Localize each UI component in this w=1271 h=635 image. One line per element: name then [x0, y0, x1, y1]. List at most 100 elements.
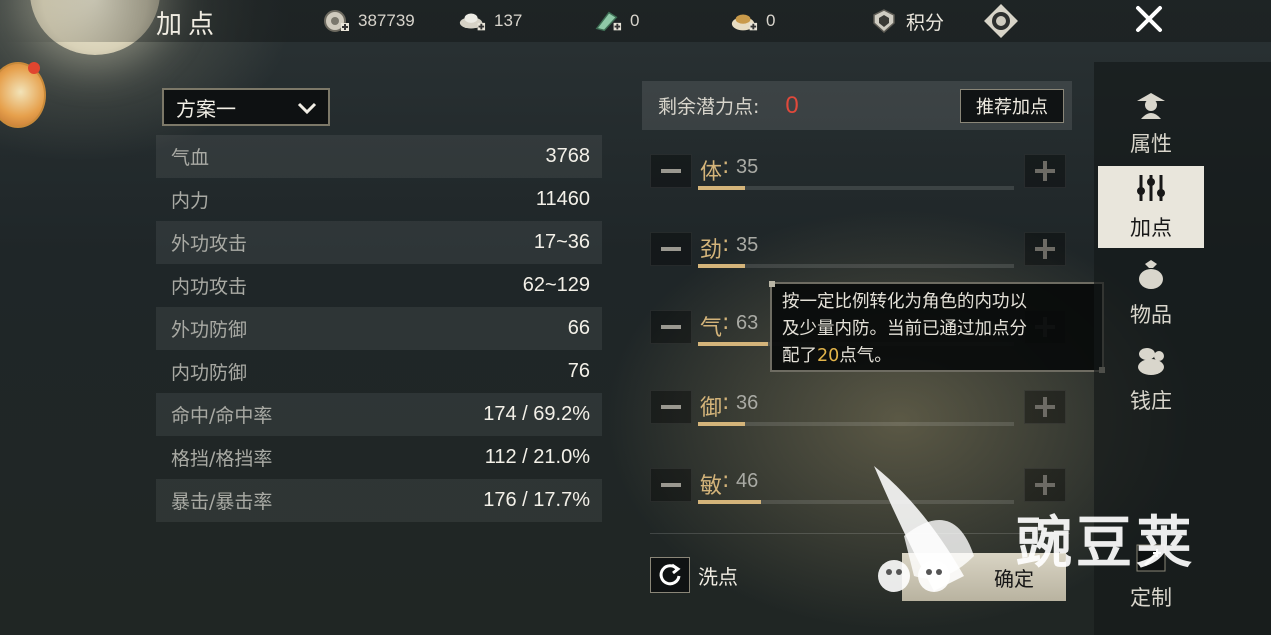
- close-button[interactable]: [1116, 0, 1182, 42]
- stat-value: 76: [567, 360, 590, 382]
- recommend-allocate-button[interactable]: 推荐加点: [960, 89, 1064, 123]
- decrease-button[interactable]: [650, 232, 692, 266]
- ingot-plus-icon: [458, 9, 486, 33]
- page-title: 加点: [156, 10, 221, 40]
- attribute-tooltip: 按一定比例转化为角色的内功以 及少量内防。当前已通过加点分 配了20点气。: [769, 281, 1105, 373]
- stat-name: 格挡/格挡率: [171, 448, 273, 470]
- attribute-bar: 体 : 35: [698, 154, 1014, 190]
- stat-value: 11460: [535, 188, 590, 210]
- stat-name: 内功防御: [171, 362, 248, 384]
- ornament-emblem-icon: [984, 4, 1018, 38]
- stats-list: 气血 3768 内力 11460 外功攻击 17~36 内功攻击 62~129 外功防御…: [156, 135, 602, 522]
- resource-jade[interactable]: 0: [594, 8, 639, 34]
- tab-attributes[interactable]: 属性: [1098, 82, 1204, 164]
- pouch-value: 0: [766, 11, 776, 30]
- stat-row-mp: 内力 11460: [156, 178, 602, 221]
- tab-label: 属性: [1130, 131, 1172, 156]
- tooltip-highlight: 20: [817, 346, 840, 366]
- notification-dot: [28, 62, 40, 74]
- attribute-name: 敏: [700, 474, 723, 499]
- reset-label: 洗点: [698, 564, 738, 589]
- attribute-row-defense: 御 : 36: [650, 390, 1066, 430]
- attribute-fill: [698, 422, 746, 426]
- attribute-value: 35: [736, 234, 759, 256]
- reset-points-button[interactable]: 洗点: [650, 556, 738, 594]
- refresh-icon: [650, 557, 690, 593]
- tab-label: 钱庄: [1130, 388, 1172, 413]
- stat-name: 内功攻击: [171, 276, 248, 298]
- stat-row-outer-defense: 外功防御 66: [156, 307, 602, 350]
- attribute-fill: [698, 342, 768, 346]
- stat-value: 112 / 21.0%: [484, 446, 590, 468]
- attribute-bar: 敏 : 46: [698, 468, 1014, 504]
- stat-value: 17~36: [533, 231, 590, 253]
- decrease-button[interactable]: [650, 468, 692, 502]
- silver-coin-plus-icon: [322, 9, 350, 33]
- silver-value: 387739: [358, 11, 415, 30]
- chevron-down-icon: [296, 98, 318, 122]
- attribute-track: [698, 500, 1014, 504]
- increase-button[interactable]: [1024, 468, 1066, 502]
- attribute-value: 46: [736, 470, 759, 492]
- pouch-plus-icon: [730, 9, 758, 33]
- activity-badge-icon[interactable]: [0, 62, 46, 128]
- attribute-value: 35: [736, 156, 759, 178]
- tab-bank[interactable]: 钱庄: [1098, 338, 1204, 420]
- tab-label: 物品: [1130, 302, 1172, 327]
- stat-row-crit: 暴击/暴击率 176 / 17.7%: [156, 479, 602, 522]
- resource-pouch[interactable]: 0: [730, 8, 775, 34]
- stat-name: 暴击/暴击率: [171, 491, 273, 513]
- attribute-track: [698, 186, 1014, 190]
- points-label: 积分: [906, 12, 945, 34]
- stat-row-block: 格挡/格挡率 112 / 21.0%: [156, 436, 602, 479]
- bag-icon: [1133, 258, 1169, 295]
- tooltip-line: 按一定比例转化为角色的内功以: [782, 292, 1027, 312]
- attribute-bar: 劲 : 35: [698, 232, 1014, 268]
- tooltip-text: 配了: [782, 346, 817, 366]
- attribute-colon: :: [722, 310, 730, 335]
- attribute-track: [698, 422, 1014, 426]
- potential-label: 剩余潜力点:: [658, 96, 760, 118]
- settings-emblem-button[interactable]: [984, 4, 1018, 38]
- points-button[interactable]: 积分: [870, 8, 944, 34]
- resource-ingot[interactable]: 137: [458, 8, 522, 34]
- increase-button[interactable]: [1024, 232, 1066, 266]
- tab-allocate[interactable]: 加点: [1098, 166, 1204, 248]
- increase-button[interactable]: [1024, 154, 1066, 188]
- resource-silver[interactable]: 387739: [322, 8, 415, 34]
- attribute-track: [698, 264, 1014, 268]
- stat-row-inner-attack: 内功攻击 62~129: [156, 264, 602, 307]
- attribute-fill: [698, 264, 746, 268]
- attribute-name: 劲: [700, 238, 723, 263]
- tab-label: 加点: [1130, 215, 1172, 240]
- stat-row-hit: 命中/命中率 174 / 69.2%: [156, 393, 602, 436]
- attribute-colon: :: [722, 154, 730, 179]
- decrease-button[interactable]: [650, 154, 692, 188]
- attribute-fill: [698, 186, 746, 190]
- attribute-bar: 御 : 36: [698, 390, 1014, 426]
- stat-name: 内力: [171, 190, 210, 212]
- jade-plus-icon: [594, 9, 622, 33]
- potential-points-bar: 剩余潜力点: 0 推荐加点: [642, 81, 1072, 130]
- stat-value: 176 / 17.7%: [483, 489, 590, 511]
- shield-emblem-icon: [870, 9, 898, 34]
- attribute-name: 体: [700, 160, 723, 185]
- scheme-dropdown[interactable]: 方案一: [162, 88, 330, 126]
- attribute-fill: [698, 500, 762, 504]
- sliders-icon: [1133, 173, 1169, 208]
- tab-label: 定制: [1130, 585, 1172, 610]
- close-icon: [1134, 4, 1164, 38]
- tab-items[interactable]: 物品: [1098, 252, 1204, 334]
- stat-value: 3768: [545, 145, 591, 167]
- attribute-value: 36: [736, 392, 759, 414]
- decrease-button[interactable]: [650, 390, 692, 424]
- stat-value: 174 / 69.2%: [483, 403, 590, 425]
- tooltip-text: 点气。: [839, 346, 892, 366]
- attribute-colon: :: [722, 390, 730, 415]
- decrease-button[interactable]: [650, 310, 692, 344]
- stat-row-hp: 气血 3768: [156, 135, 602, 178]
- increase-button[interactable]: [1024, 390, 1066, 424]
- stat-row-inner-defense: 内功防御 76: [156, 350, 602, 393]
- attribute-row-constitution: 体 : 35: [650, 154, 1066, 194]
- stat-name: 外功防御: [171, 319, 248, 341]
